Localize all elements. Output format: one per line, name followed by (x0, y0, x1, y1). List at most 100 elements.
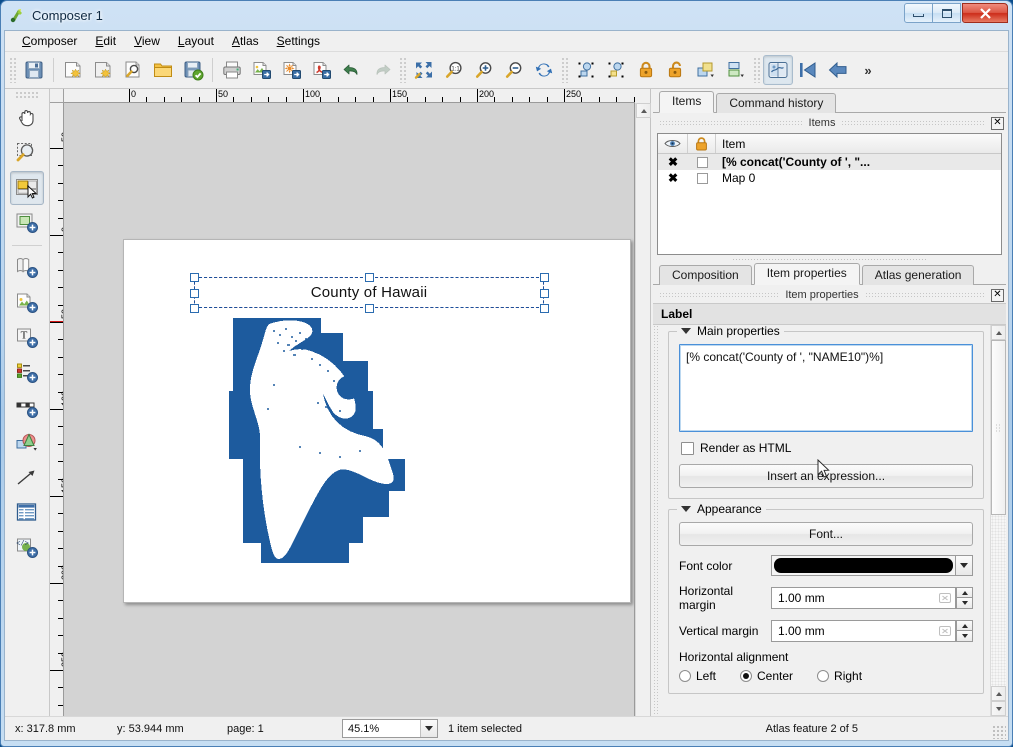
export-svg-icon[interactable] (277, 55, 307, 85)
add-arrow-icon[interactable] (10, 461, 44, 495)
menu-composer[interactable]: Composer (13, 32, 86, 50)
redo-icon[interactable] (367, 55, 397, 85)
ungroup-items-icon[interactable] (601, 55, 631, 85)
horizontal-margin-stepper[interactable] (956, 587, 973, 609)
menu-view[interactable]: View (125, 32, 169, 50)
align-center-radio[interactable] (740, 670, 753, 682)
zoom-actual-icon[interactable]: 1:1 (439, 55, 469, 85)
stepper-down-icon[interactable] (956, 631, 973, 642)
properties-scroll-track[interactable] (991, 515, 1006, 686)
stepper-up-icon[interactable] (956, 620, 973, 631)
resize-handle-ne[interactable] (540, 273, 549, 282)
group-items-icon[interactable] (571, 55, 601, 85)
tab-items[interactable]: Items (659, 91, 715, 113)
font-color-button[interactable] (771, 555, 956, 576)
toolbar-grip[interactable] (9, 57, 17, 83)
menu-layout[interactable]: Layout (169, 32, 223, 50)
render-as-html-row[interactable]: Render as HTML (681, 441, 973, 455)
toolbar-overflow-button[interactable]: » (857, 63, 879, 78)
lock-icon[interactable] (688, 134, 716, 153)
load-template-icon[interactable] (148, 55, 178, 85)
duplicate-composer-icon[interactable] (88, 55, 118, 85)
resize-handle-w[interactable] (190, 289, 199, 298)
undo-icon[interactable] (337, 55, 367, 85)
add-map-icon[interactable] (10, 251, 44, 285)
zoom-tool-icon[interactable] (10, 136, 44, 170)
tools-toolbar-grip[interactable] (15, 91, 39, 98)
resize-handle-nw[interactable] (190, 273, 199, 282)
composition-scene[interactable]: County of Hawaii (64, 103, 635, 716)
resize-handle-n[interactable] (365, 273, 374, 282)
resize-handle-se[interactable] (540, 304, 549, 313)
eye-icon[interactable] (658, 134, 688, 153)
insert-expression-button[interactable]: Insert an expression... (679, 464, 973, 488)
add-html-frame-icon[interactable]: </> (10, 531, 44, 565)
zoom-level-combobox[interactable]: 45.1% (342, 719, 438, 738)
label-item[interactable]: County of Hawaii (190, 273, 549, 313)
font-button[interactable]: Font... (679, 522, 973, 546)
label-expression-textarea[interactable]: [% concat('County of ', "NAME10")%] (679, 344, 973, 432)
add-image-icon[interactable] (10, 286, 44, 320)
lock-items-icon[interactable] (631, 55, 661, 85)
tab-composition[interactable]: Composition (659, 265, 752, 285)
align-left-radio[interactable] (679, 670, 691, 682)
horizontal-margin-input[interactable] (778, 591, 938, 605)
zoom-out-icon[interactable] (499, 55, 529, 85)
font-color-dropdown-icon[interactable] (956, 555, 973, 576)
items-table[interactable]: Item ✖ [% concat('County of ', "... ✖ Ma… (657, 133, 1002, 255)
save-project-icon[interactable] (19, 55, 49, 85)
row-visibility-checkbox[interactable]: ✖ (658, 156, 688, 168)
row-lock-checkbox[interactable] (688, 172, 716, 184)
stepper-up-icon[interactable] (956, 587, 973, 598)
clear-icon[interactable] (938, 591, 952, 605)
row-lock-checkbox[interactable] (688, 156, 716, 168)
table-row[interactable]: ✖ Map 0 (658, 170, 1001, 186)
vertical-margin-input[interactable] (778, 624, 938, 638)
row-item-name[interactable]: Map 0 (716, 171, 1001, 185)
resize-handle-sw[interactable] (190, 304, 199, 313)
move-item-content-icon[interactable] (10, 206, 44, 240)
toolbar-grip-4[interactable] (753, 57, 761, 83)
scroll-up-button[interactable] (636, 103, 651, 118)
select-move-item-icon[interactable] (10, 171, 44, 205)
properties-scroll-down-button[interactable] (991, 701, 1006, 716)
appearance-group-label[interactable]: Appearance (677, 502, 766, 516)
atlas-first-feature-icon[interactable] (793, 55, 823, 85)
maximize-button[interactable] (932, 3, 961, 23)
properties-scroll-up-button[interactable] (991, 325, 1006, 340)
row-visibility-checkbox[interactable]: ✖ (658, 172, 688, 184)
menu-settings[interactable]: Settings (268, 32, 329, 50)
toolbar-grip-3[interactable] (561, 57, 569, 83)
add-legend-icon[interactable] (10, 356, 44, 390)
horizontal-margin-field[interactable] (771, 587, 956, 609)
vertical-margin-field[interactable] (771, 620, 956, 642)
items-dock-close-icon[interactable]: ✕ (991, 116, 1004, 130)
refresh-icon[interactable] (529, 55, 559, 85)
collapse-triangle-icon[interactable] (681, 328, 691, 334)
tab-atlas-generation[interactable]: Atlas generation (861, 265, 975, 285)
items-column-header[interactable]: Item (716, 134, 1001, 153)
new-composer-icon[interactable] (58, 55, 88, 85)
stepper-down-icon[interactable] (956, 598, 973, 609)
properties-dock-close-icon[interactable]: ✕ (991, 288, 1004, 302)
composer-manager-icon[interactable] (118, 55, 148, 85)
menu-edit[interactable]: Edit (86, 32, 125, 50)
table-row[interactable]: ✖ [% concat('County of ', "... (658, 154, 1001, 170)
close-button[interactable] (962, 3, 1008, 23)
row-item-name[interactable]: [% concat('County of ', "... (716, 155, 1001, 169)
zoom-full-icon[interactable] (409, 55, 439, 85)
canvas-vertical-scrollbar[interactable] (635, 103, 651, 716)
align-items-icon[interactable] (721, 55, 751, 85)
add-scalebar-icon[interactable] (10, 391, 44, 425)
save-template-icon[interactable] (178, 55, 208, 85)
vertical-margin-stepper[interactable] (956, 620, 973, 642)
resize-handle-e[interactable] (540, 289, 549, 298)
align-right-radio[interactable] (817, 670, 830, 682)
resize-grip[interactable] (992, 725, 1006, 739)
properties-scrollbar[interactable] (990, 325, 1006, 716)
print-icon[interactable] (217, 55, 247, 85)
atlas-preview-icon[interactable] (763, 55, 793, 85)
add-label-icon[interactable]: T (10, 321, 44, 355)
dock-splitter[interactable] (733, 256, 926, 263)
unlock-items-icon[interactable] (661, 55, 691, 85)
